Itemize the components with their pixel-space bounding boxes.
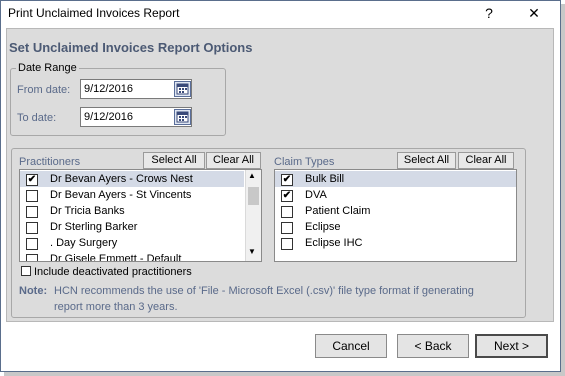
close-icon: ✕	[528, 5, 540, 21]
list-item-label: DVA	[305, 189, 327, 201]
list-item-label: Dr Bevan Ayers - Crows Nest	[50, 173, 193, 185]
include-deactivated-label: Include deactivated practitioners	[34, 266, 192, 278]
list-item-checkbox[interactable]	[281, 222, 293, 234]
list-item-label: Dr Sterling Barker	[50, 221, 138, 233]
list-item-checkbox[interactable]	[281, 238, 293, 250]
claim-types-select-all-button[interactable]: Select All	[397, 152, 456, 169]
scroll-down-icon[interactable]: ▼	[248, 247, 256, 256]
list-item-checkbox[interactable]	[26, 206, 38, 218]
scroll-up-icon[interactable]: ▲	[248, 171, 256, 180]
list-item[interactable]: Eclipse	[275, 219, 516, 235]
claim-types-label: Claim Types	[274, 156, 335, 168]
list-item-label: Dr Tricia Banks	[50, 205, 125, 217]
page-title: Set Unclaimed Invoices Report Options	[9, 40, 253, 55]
include-deactivated-checkbox[interactable]	[21, 266, 31, 276]
list-item-label: Dr Bevan Ayers - St Vincents	[50, 189, 192, 201]
help-icon: ?	[485, 5, 493, 21]
list-item[interactable]: Dr Tricia Banks	[20, 203, 244, 219]
list-item-label: . Day Surgery	[50, 237, 118, 249]
list-item[interactable]: ✔ DVA	[275, 187, 516, 203]
list-item[interactable]: ✔ Bulk Bill	[275, 171, 516, 187]
to-date-label: To date:	[17, 112, 57, 124]
list-item-label: Dr Gisele Emmett - Default	[50, 253, 182, 262]
scrollbar-thumb[interactable]	[248, 187, 259, 205]
list-item-checkbox[interactable]	[26, 254, 38, 261]
list-item[interactable]: Eclipse IHC	[275, 235, 516, 251]
back-button[interactable]: < Back	[397, 334, 469, 358]
date-range-legend: Date Range	[16, 62, 79, 74]
from-date-label: From date:	[17, 84, 71, 96]
list-item[interactable]: Dr Gisele Emmett - Default	[20, 251, 244, 262]
list-item[interactable]: ✔ Dr Bevan Ayers - Crows Nest	[20, 171, 244, 187]
list-item[interactable]: . Day Surgery	[20, 235, 244, 251]
list-item-label: Patient Claim	[305, 205, 371, 217]
list-item[interactable]: Dr Sterling Barker	[20, 219, 244, 235]
practitioners-clear-all-button[interactable]: Clear All	[206, 152, 261, 169]
list-item[interactable]: Dr Bevan Ayers - St Vincents	[20, 187, 244, 203]
list-item-checkbox[interactable]: ✔	[281, 174, 293, 186]
practitioners-scrollbar[interactable]: ▲ ▼	[245, 170, 261, 261]
list-item-checkbox[interactable]	[26, 238, 38, 250]
note-prefix: Note:	[19, 285, 48, 297]
close-button[interactable]: ✕	[512, 1, 556, 26]
practitioners-list[interactable]: ✔ Dr Bevan Ayers - Crows Nest Dr Bevan Aye…	[19, 169, 262, 262]
note-line-2: report more than 3 years.	[54, 301, 178, 313]
list-item-label: Bulk Bill	[305, 173, 345, 185]
calendar-icon[interactable]	[174, 81, 191, 97]
claim-types-clear-all-button[interactable]: Clear All	[458, 152, 514, 169]
next-button[interactable]: Next >	[475, 334, 548, 358]
claim-types-list[interactable]: ✔ Bulk Bill ✔ DVA Patient Claim Eclipse Eclips…	[274, 169, 517, 262]
window-title: Print Unclaimed Invoices Report	[8, 6, 180, 20]
list-item-label: Eclipse IHC	[305, 237, 363, 249]
list-item-checkbox[interactable]: ✔	[26, 174, 38, 186]
list-item-checkbox[interactable]	[26, 222, 38, 234]
list-item-checkbox[interactable]: ✔	[281, 190, 293, 202]
list-item-checkbox[interactable]	[26, 190, 38, 202]
list-item-checkbox[interactable]	[281, 206, 293, 218]
calendar-icon[interactable]	[174, 109, 191, 125]
cancel-button[interactable]: Cancel	[315, 334, 387, 358]
practitioners-label: Practitioners	[19, 156, 81, 168]
help-button[interactable]: ?	[467, 1, 511, 26]
list-item[interactable]: Patient Claim	[275, 203, 516, 219]
note-line-1: HCN recommends the use of 'File - Micros…	[54, 285, 474, 297]
practitioners-select-all-button[interactable]: Select All	[143, 152, 205, 169]
list-item-label: Eclipse	[305, 221, 341, 233]
